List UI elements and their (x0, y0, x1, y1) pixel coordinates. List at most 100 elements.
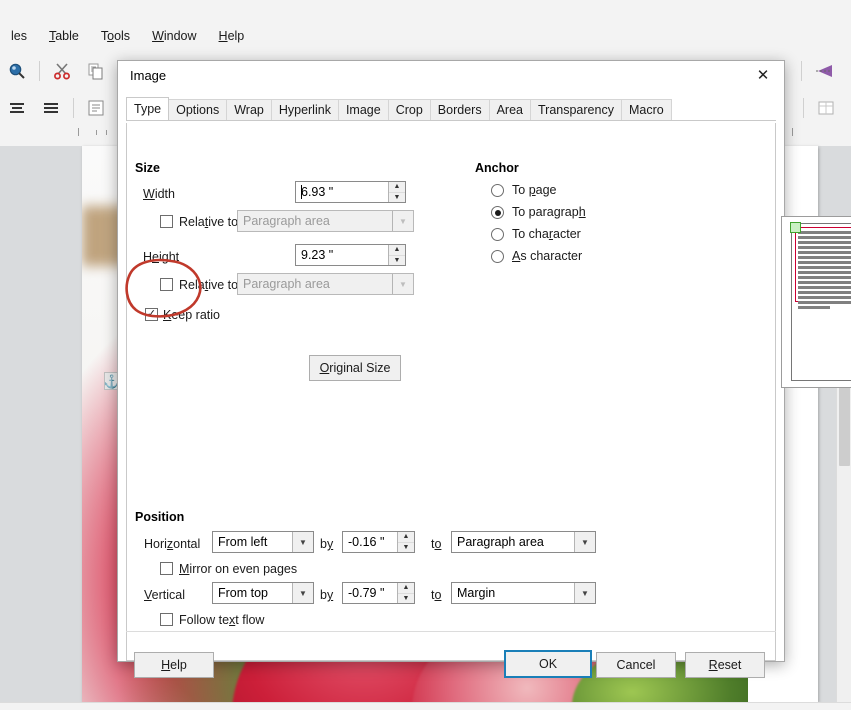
width-label: Width (143, 187, 175, 201)
preview-text-lines (798, 231, 851, 311)
chevron-down-icon[interactable]: ▼ (292, 583, 313, 603)
menu-item-styles[interactable]: les (0, 25, 38, 47)
vertical-value: From top (213, 586, 268, 600)
width-relative-checkbox[interactable] (160, 215, 173, 228)
screen: les Table Tools Window Help (0, 0, 851, 710)
height-relative-dropdown[interactable]: Paragraph area ▼ (237, 273, 414, 295)
vertical-to-dropdown[interactable]: Margin ▼ (451, 582, 596, 604)
tab-crop[interactable]: Crop (388, 99, 431, 120)
vertical-to-value: Margin (452, 586, 495, 600)
position-group-title: Position (135, 510, 184, 524)
height-spinner[interactable]: ▲▼ (388, 245, 405, 265)
keep-ratio-checkbox[interactable]: ✓ (145, 308, 158, 321)
preview-anchor-handle (790, 222, 801, 233)
height-relative-label: Relative to (179, 278, 238, 292)
width-relative-value: Paragraph area (238, 214, 330, 228)
anchor-label-to-page: To page (512, 183, 557, 197)
radio-dot (495, 210, 501, 216)
anchor-label-to-character: To character (512, 227, 581, 241)
follow-text-flow-label: Follow text flow (179, 613, 264, 627)
anchor-radio-to-character[interactable] (491, 228, 504, 241)
anchor-radio-as-character[interactable] (491, 250, 504, 263)
height-label: Height (143, 250, 179, 264)
height-input[interactable]: 9.23 " ▲▼ (295, 244, 406, 266)
image-dialog: Image ✕ Type Options Wrap Hyperlink Imag… (117, 60, 785, 662)
toolbar-separator (39, 61, 40, 81)
chevron-down-icon[interactable]: ▼ (292, 532, 313, 552)
height-relative-checkbox[interactable] (160, 278, 173, 291)
tab-image[interactable]: Image (338, 99, 389, 120)
button-bar-divider (126, 631, 776, 632)
flip-icon[interactable] (811, 58, 837, 84)
tab-type[interactable]: Type (126, 97, 169, 120)
width-spinner[interactable]: ▲▼ (388, 182, 405, 202)
chevron-down-icon[interactable]: ▼ (574, 532, 595, 552)
toolbar-separator-3 (73, 98, 74, 118)
ruler-tick (792, 128, 793, 136)
menu-item-window[interactable]: Window (141, 25, 207, 47)
horizontal-to-dropdown[interactable]: Paragraph area ▼ (451, 531, 596, 553)
original-size-button[interactable]: Original Size (309, 355, 401, 381)
anchor-radio-to-paragraph[interactable] (491, 206, 504, 219)
ruler-tick (78, 128, 79, 136)
chevron-down-icon[interactable]: ▼ (392, 211, 413, 231)
help-button[interactable]: Help (134, 652, 214, 678)
zoom-icon[interactable] (4, 58, 30, 84)
anchor-group-title: Anchor (475, 161, 519, 175)
vertical-dropdown[interactable]: From top ▼ (212, 582, 314, 604)
vertical-by-input[interactable]: -0.79 " ▲▼ (342, 582, 415, 604)
copy-icon[interactable] (83, 58, 109, 84)
chevron-down-icon[interactable]: ▼ (574, 583, 595, 603)
horizontal-value: From left (213, 535, 267, 549)
follow-text-flow-checkbox[interactable] (160, 613, 173, 626)
cancel-label: Cancel (617, 658, 656, 672)
tab-hyperlink[interactable]: Hyperlink (271, 99, 339, 120)
vertical-by-label: by (320, 588, 333, 602)
align-center-icon[interactable] (4, 95, 30, 121)
ruler-tick (106, 130, 107, 135)
horizontal-by-input[interactable]: -0.16 " ▲▼ (342, 531, 415, 553)
status-bar (0, 702, 851, 710)
cut-scissors-icon[interactable] (49, 58, 75, 84)
horizontal-by-value: -0.16 " (343, 535, 384, 549)
cancel-button[interactable]: Cancel (596, 652, 676, 678)
original-size-label: Original Size (320, 361, 391, 375)
height-relative-value: Paragraph area (238, 277, 330, 291)
horizontal-by-spinner[interactable]: ▲▼ (397, 532, 414, 552)
width-relative-dropdown[interactable]: Paragraph area ▼ (237, 210, 414, 232)
tab-wrap[interactable]: Wrap (226, 99, 272, 120)
reset-button[interactable]: Reset (685, 652, 765, 678)
tab-panel-type: Size Width 6.93 " ▲▼ Relative to Paragra… (118, 123, 784, 661)
vertical-by-spinner[interactable]: ▲▼ (397, 583, 414, 603)
chevron-down-icon[interactable]: ▼ (392, 274, 413, 294)
tab-transparency[interactable]: Transparency (530, 99, 622, 120)
width-input[interactable]: 6.93 " ▲▼ (295, 181, 406, 203)
tab-macro[interactable]: Macro (621, 99, 672, 120)
vertical-by-value: -0.79 " (343, 586, 384, 600)
tab-area[interactable]: Area (489, 99, 531, 120)
table-icon[interactable] (813, 95, 839, 121)
close-icon[interactable]: ✕ (742, 61, 784, 90)
menu-bar: les Table Tools Window Help (0, 22, 851, 50)
tab-borders[interactable]: Borders (430, 99, 490, 120)
reset-label: Reset (709, 658, 742, 672)
mirror-even-pages-checkbox[interactable] (160, 562, 173, 575)
toolbar-separator-2 (801, 61, 802, 81)
menu-item-help[interactable]: Help (208, 25, 256, 47)
horizontal-to-value: Paragraph area (452, 535, 544, 549)
menu-item-table[interactable]: Table (38, 25, 90, 47)
anchor-radio-to-page[interactable] (491, 184, 504, 197)
align-justify-icon[interactable] (38, 95, 64, 121)
dialog-body: Type Options Wrap Hyperlink Image Crop B… (118, 90, 784, 661)
menu-item-tools[interactable]: Tools (90, 25, 141, 47)
ok-button[interactable]: OK (504, 650, 592, 678)
width-value: 6.93 " (299, 185, 333, 199)
dialog-title-bar[interactable]: Image ✕ (118, 61, 784, 90)
text-box-icon[interactable] (83, 95, 109, 121)
horizontal-dropdown[interactable]: From left ▼ (212, 531, 314, 553)
help-label: Help (161, 658, 187, 672)
ruler-tick (96, 130, 97, 135)
anchor-label-as-character: As character (512, 249, 582, 263)
vertical-label: Vertical (144, 588, 185, 602)
tab-options[interactable]: Options (168, 99, 227, 120)
